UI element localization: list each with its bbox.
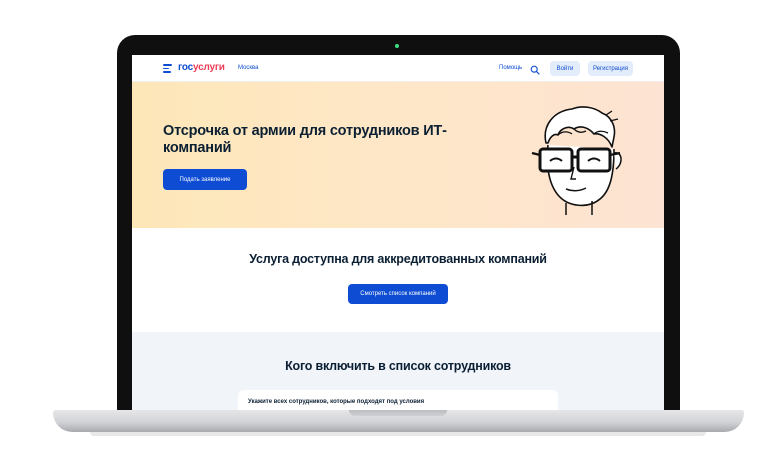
hero-banner: Отсрочка от армии для сотрудников ИТ-ком… [132,82,664,228]
camera-icon [395,44,399,48]
who-to-include-title: Кого включить в список сотрудников [285,359,511,373]
hero-title: Отсрочка от армии для сотрудников ИТ-ком… [163,123,447,156]
laptop-base-notch [349,410,447,416]
browser-screen: госуслуги Москва Помощь Войти Регистраци… [132,55,664,410]
availability-title: Услуга доступна для аккредитованных комп… [249,252,547,266]
login-button[interactable]: Войти [550,61,580,76]
help-link[interactable]: Помощь [499,65,522,71]
man-with-glasses-illustration [531,106,622,215]
gosuslugi-logo[interactable]: госуслуги [178,62,225,73]
logo-part-gos: гос [178,62,193,73]
who-to-include-section: Кого включить в список сотрудников Укажи… [132,332,664,410]
city-selector[interactable]: Москва [238,65,258,71]
register-button[interactable]: Регистрация [588,61,633,76]
availability-section: Услуга доступна для аккредитованных комп… [132,228,664,332]
logo-part-uslugi: услуги [192,62,225,73]
laptop-shadow [90,432,706,436]
apply-button[interactable]: Подать заявление [163,169,247,190]
search-icon[interactable] [530,62,540,75]
menu-icon[interactable] [163,64,172,73]
conditions-card: Укажите всех сотрудников, которые подход… [238,390,558,410]
conditions-card-text: Укажите всех сотрудников, которые подход… [248,399,425,405]
laptop-mockup: госуслуги Москва Помощь Войти Регистраци… [0,0,784,465]
site-header: госуслуги Москва Помощь Войти Регистраци… [132,55,664,82]
view-companies-button[interactable]: Смотреть список компаний [348,284,448,304]
